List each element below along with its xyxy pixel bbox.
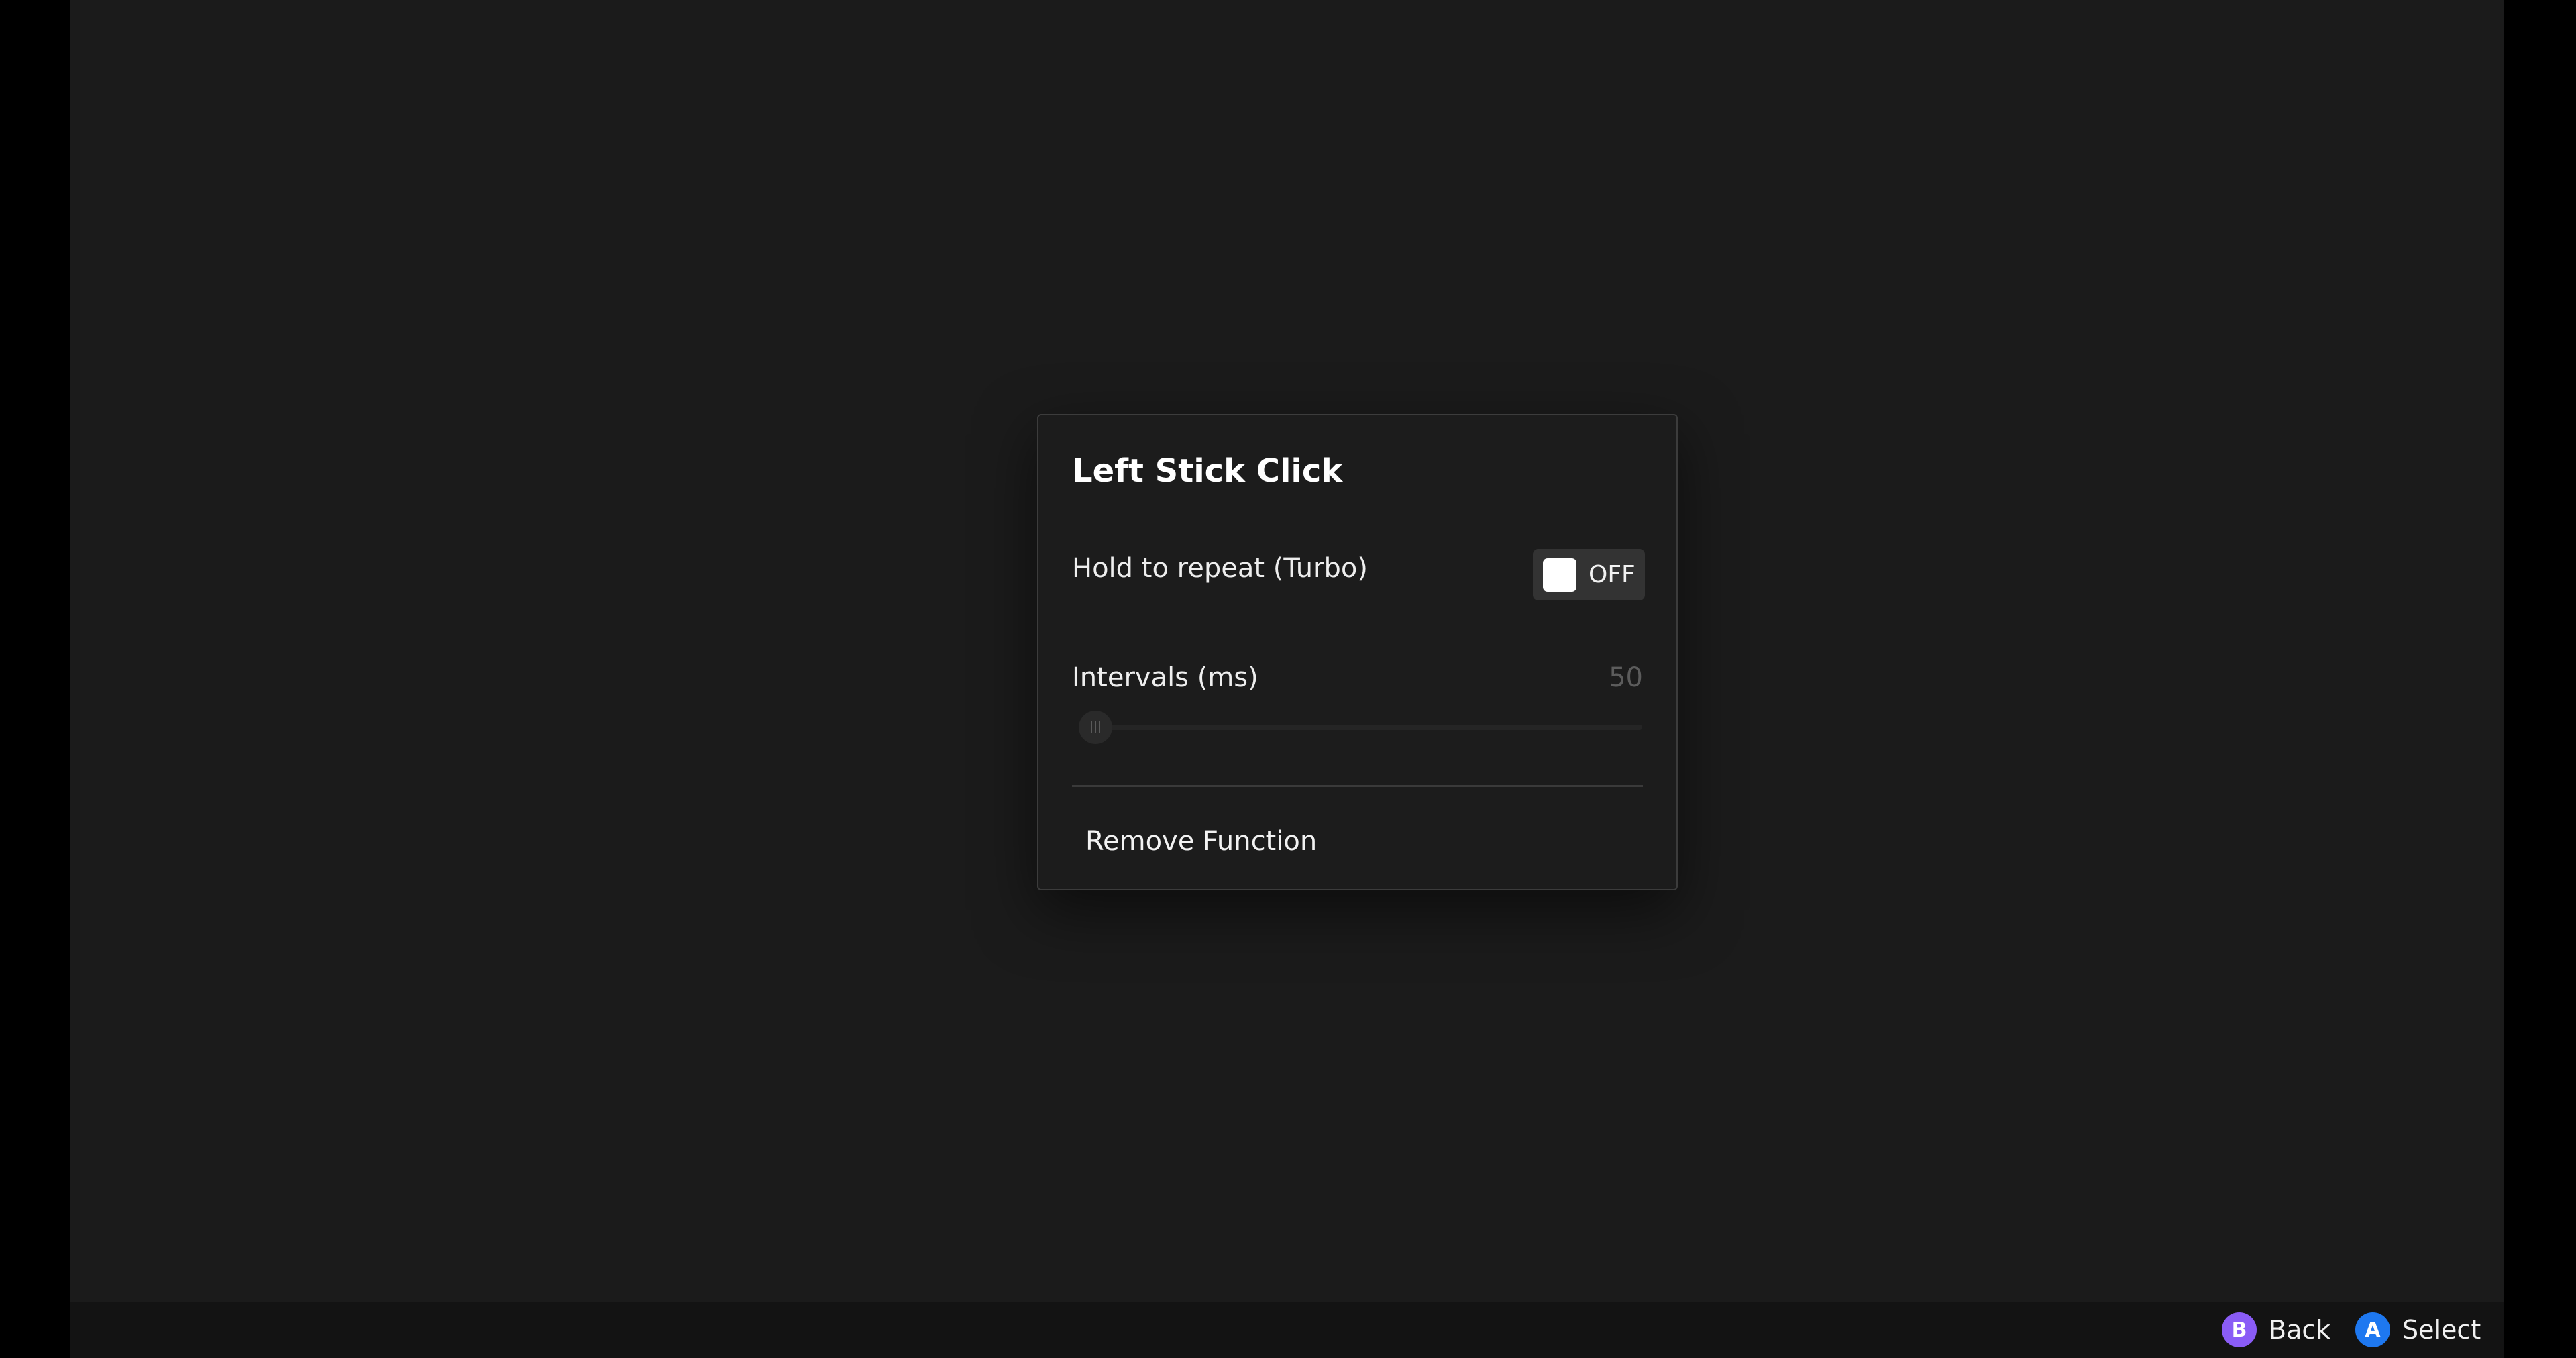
grip-icon	[1091, 721, 1100, 733]
b-button-icon: B	[2222, 1312, 2257, 1347]
back-hint[interactable]: B Back	[2222, 1312, 2330, 1347]
toggle-knob	[1543, 558, 1576, 592]
select-label: Select	[2402, 1315, 2481, 1345]
turbo-toggle[interactable]: OFF	[1533, 549, 1645, 600]
turbo-label: Hold to repeat (Turbo)	[1072, 553, 1368, 584]
button-function-dialog: Left Stick Click Hold to repeat (Turbo) …	[1037, 414, 1678, 890]
remove-function-button[interactable]: Remove Function	[1079, 818, 1324, 865]
controller-hints-bar: B Back A Select	[70, 1302, 2504, 1358]
intervals-label: Intervals (ms)	[1072, 662, 1258, 693]
back-label: Back	[2269, 1315, 2331, 1345]
intervals-slider[interactable]	[1079, 711, 1642, 744]
intervals-value: 50	[1609, 662, 1643, 693]
app-window: Left Stick Click Hold to repeat (Turbo) …	[70, 0, 2504, 1358]
select-hint[interactable]: A Select	[2355, 1312, 2481, 1347]
a-button-icon: A	[2355, 1312, 2390, 1347]
dialog-title: Left Stick Click	[1072, 452, 1343, 490]
divider	[1072, 785, 1643, 787]
slider-thumb[interactable]	[1079, 711, 1112, 744]
toggle-state-label: OFF	[1589, 561, 1635, 588]
slider-track	[1079, 725, 1642, 730]
